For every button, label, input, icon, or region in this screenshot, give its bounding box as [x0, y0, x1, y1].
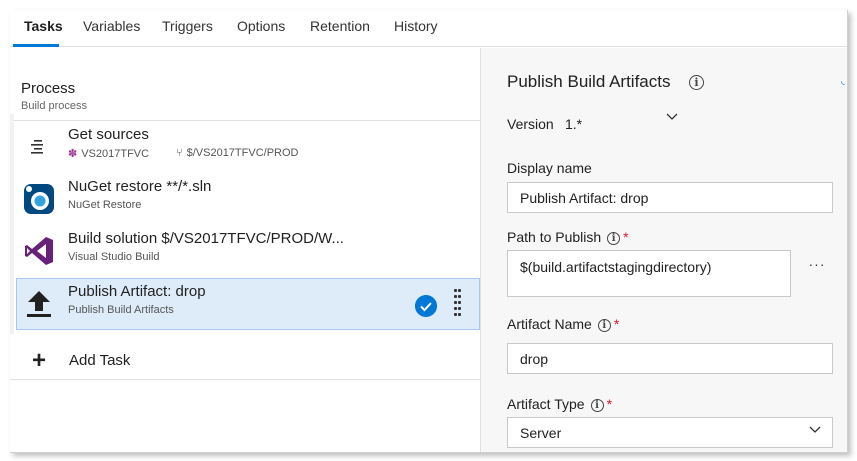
task-title: Build solution $/VS2017TFVC/PROD/W...: [68, 230, 344, 247]
display-name-field[interactable]: Publish Artifact: drop: [507, 182, 833, 213]
branch-icon: ⑂: [176, 147, 183, 159]
add-task-label: Add Task: [69, 352, 131, 369]
repo-name: VS2017TFVC: [81, 148, 150, 160]
tab-options[interactable]: Options: [237, 18, 285, 34]
tab-tasks[interactable]: Tasks: [24, 18, 63, 34]
tab-bar: Tasks Variables Triggers Options Retenti…: [10, 10, 847, 47]
details-title: Publish Build Artifacts: [507, 72, 671, 91]
task-nuget-restore[interactable]: NuGet restore **/*.sln NuGet Restore: [10, 174, 480, 226]
task-title: Publish Artifact: drop: [68, 283, 206, 300]
artifact-type-label: Artifact Type i *: [507, 396, 613, 412]
visual-studio-icon: [25, 237, 53, 265]
artifact-type-value: Server: [520, 425, 562, 441]
task-title: Get sources: [68, 126, 149, 143]
tab-retention[interactable]: Retention: [310, 18, 370, 34]
task-subtitle: NuGet Restore: [68, 199, 142, 211]
build-definition-editor: Tasks Variables Triggers Options Retenti…: [10, 10, 848, 453]
link-icon[interactable]: ◟: [841, 76, 845, 87]
task-build-solution[interactable]: Build solution $/VS2017TFVC/PROD/W... Vi…: [10, 226, 480, 278]
info-icon[interactable]: i: [590, 398, 604, 412]
task-list-pane: Process Build process Get sources ✽ VS201…: [10, 48, 481, 452]
chevron-down-icon[interactable]: [665, 110, 679, 124]
info-icon[interactable]: i: [689, 75, 704, 90]
scrollbar[interactable]: [10, 114, 14, 334]
task-title: NuGet restore **/*.sln: [68, 178, 212, 195]
divider: [10, 120, 480, 121]
tab-triggers[interactable]: Triggers: [162, 18, 213, 34]
repo-path: $/VS2017TFVC/PROD: [186, 147, 299, 159]
process-subtitle: Build process: [21, 100, 88, 112]
task-get-sources[interactable]: Get sources ✽ VS2017TFVC ⑂ $/VS2017TFVC/PR…: [10, 122, 480, 174]
task-publish-artifact[interactable]: Publish Artifact: drop Publish Build Art…: [16, 278, 480, 330]
info-icon[interactable]: i: [607, 231, 621, 245]
drag-handle-icon[interactable]: [454, 289, 462, 319]
checkmark-icon: [415, 295, 437, 317]
tab-history[interactable]: History: [394, 18, 438, 34]
required-marker: *: [623, 229, 629, 245]
browse-button[interactable]: ···: [801, 250, 833, 284]
required-marker: *: [606, 396, 613, 412]
active-tab-indicator: [13, 44, 59, 47]
path-to-publish-field[interactable]: $(build.artifactstagingdirectory): [507, 250, 791, 297]
process-title[interactable]: Process: [21, 80, 75, 97]
path-to-publish-label: Path to Publish i *: [507, 229, 629, 245]
plus-icon: +: [32, 347, 47, 374]
info-icon[interactable]: i: [597, 318, 611, 332]
artifact-type-select[interactable]: Server: [507, 417, 833, 448]
task-subtitle: Visual Studio Build: [68, 251, 160, 263]
get-sources-icon: [31, 140, 43, 154]
version-value[interactable]: 1.*: [565, 116, 582, 132]
task-details-pane: Publish Build Artifacts i ◟ Version 1.* …: [481, 48, 847, 452]
display-name-label: Display name: [507, 160, 592, 176]
task-subtitle: Publish Build Artifacts: [68, 304, 174, 316]
required-marker: *: [613, 316, 620, 332]
path-info: ⑂ $/VS2017TFVC/PROD: [176, 147, 298, 159]
nuget-icon: [24, 184, 54, 214]
upload-icon: [27, 291, 51, 317]
repo-info: ✽ VS2017TFVC: [68, 147, 149, 160]
version-label: Version: [507, 116, 554, 132]
artifact-name-label: Artifact Name i *: [507, 316, 620, 332]
add-task-button[interactable]: + Add Task: [10, 342, 480, 380]
artifact-name-field[interactable]: drop: [507, 343, 833, 374]
chevron-down-icon: [809, 426, 821, 433]
tfvc-repo-icon: ✽: [68, 148, 78, 160]
tab-variables[interactable]: Variables: [83, 18, 140, 34]
